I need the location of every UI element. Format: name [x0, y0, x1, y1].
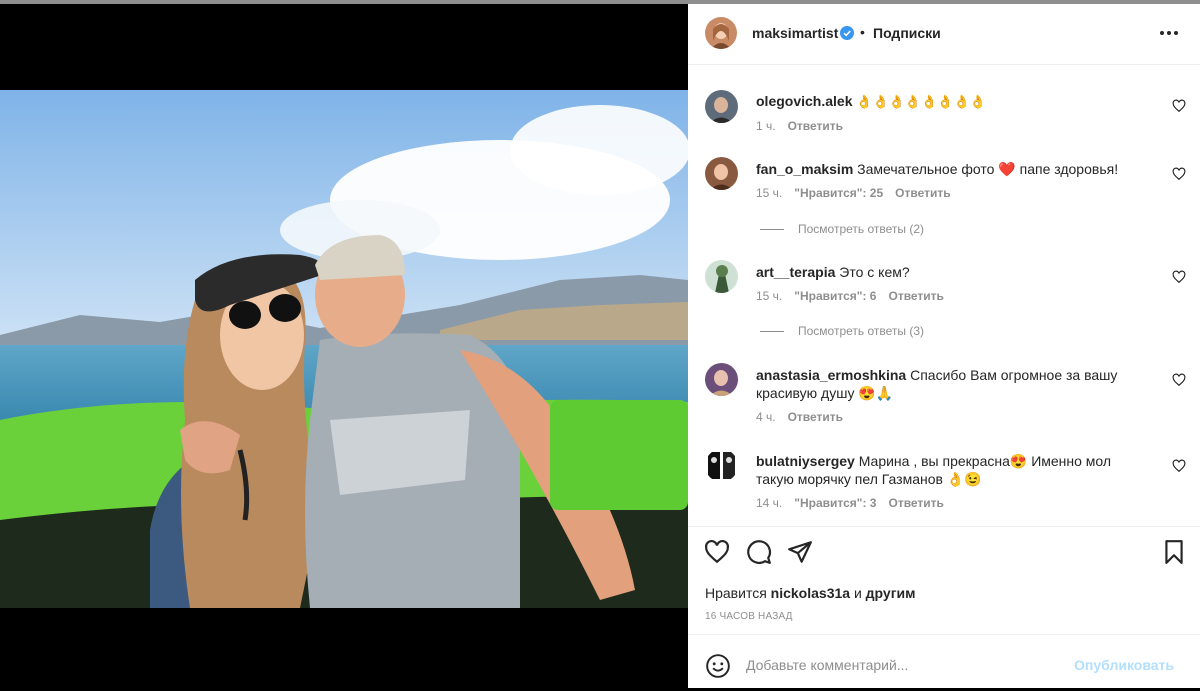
- heart-icon[interactable]: [704, 539, 730, 565]
- author-avatar[interactable]: [705, 17, 737, 49]
- view-replies-button[interactable]: Посмотреть ответы (3): [760, 324, 924, 338]
- comment-like-icon[interactable]: [1172, 459, 1186, 473]
- likes-others-link[interactable]: другим: [866, 585, 916, 601]
- comment-text: olegovich.alek 👌👌👌👌👌👌👌👌: [756, 93, 986, 109]
- likes-summary: Нравится nickolas31a и другим: [705, 585, 916, 601]
- reply-button[interactable]: Ответить: [788, 119, 843, 133]
- post-actions: Нравится nickolas31a и другим 16 часов н…: [688, 526, 1200, 689]
- post-timestamp[interactable]: 16 часов назад: [705, 611, 793, 622]
- commenter-avatar[interactable]: [705, 90, 738, 123]
- comment-input[interactable]: [746, 651, 1046, 679]
- share-icon[interactable]: [787, 539, 813, 565]
- reply-button[interactable]: Ответить: [888, 289, 943, 303]
- post-details-panel: maksimartist • Подписки olegovich.alek 👌…: [688, 4, 1200, 688]
- comment-meta: 15 ч. "Нравится": 25 Ответить: [756, 186, 951, 200]
- comment-likes-count[interactable]: "Нравится": 25: [794, 186, 883, 200]
- post-header: maksimartist • Подписки: [688, 4, 1200, 65]
- add-comment-bar: Опубликовать: [688, 634, 1200, 691]
- bookmark-icon[interactable]: [1161, 539, 1187, 565]
- comment-username[interactable]: fan_o_maksim: [756, 161, 853, 177]
- comment-username[interactable]: olegovich.alek: [756, 93, 852, 109]
- view-replies-button[interactable]: Посмотреть ответы (2): [760, 222, 924, 236]
- liker-username[interactable]: nickolas31a: [771, 585, 850, 601]
- comment-text: anastasia_ermoshkina Спасибо Вам огромно…: [756, 367, 1118, 401]
- following-button[interactable]: Подписки: [873, 25, 941, 41]
- emoji-icon[interactable]: [705, 653, 731, 679]
- comment-text: art__terapia Это с кем?: [756, 264, 910, 280]
- more-options-icon[interactable]: [1160, 24, 1182, 42]
- commenter-avatar[interactable]: [705, 449, 738, 482]
- post-media[interactable]: [0, 4, 688, 688]
- comment-likes-count[interactable]: "Нравится": 6: [794, 289, 876, 303]
- comment-like-icon[interactable]: [1172, 99, 1186, 113]
- reply-button[interactable]: Ответить: [888, 496, 943, 510]
- reply-button[interactable]: Ответить: [788, 410, 843, 424]
- reply-button[interactable]: Ответить: [895, 186, 950, 200]
- comment-username[interactable]: bulatniysergey: [756, 453, 855, 469]
- verified-badge-icon: [840, 26, 854, 40]
- comment-meta: 15 ч. "Нравится": 6 Ответить: [756, 289, 944, 303]
- commenter-avatar[interactable]: [705, 157, 738, 190]
- comment-like-icon[interactable]: [1172, 167, 1186, 181]
- comment-meta: 14 ч. "Нравится": 3 Ответить: [756, 496, 944, 510]
- comment-like-icon[interactable]: [1172, 270, 1186, 284]
- comment-like-icon[interactable]: [1172, 373, 1186, 387]
- comment-meta: 4 ч. Ответить: [756, 410, 844, 424]
- comment-likes-count[interactable]: "Нравится": 3: [794, 496, 876, 510]
- publish-button[interactable]: Опубликовать: [1074, 657, 1174, 673]
- author-username[interactable]: maksimartist: [752, 25, 838, 41]
- comment-text: fan_o_maksim Замечательное фото ❤️ папе …: [756, 161, 1119, 177]
- post-photo[interactable]: [0, 90, 688, 608]
- commenter-avatar[interactable]: [705, 363, 738, 396]
- commenter-avatar[interactable]: [705, 260, 738, 293]
- comment-username[interactable]: art__terapia: [756, 264, 835, 280]
- comments-list: olegovich.alek 👌👌👌👌👌👌👌👌 1 ч. Ответить fan…: [688, 65, 1200, 525]
- comment-meta: 1 ч. Ответить: [756, 119, 844, 133]
- comment-text: bulatniysergey Марина , вы прекрасна😍 Им…: [756, 453, 1112, 487]
- separator-dot: •: [860, 24, 865, 40]
- comment-username[interactable]: anastasia_ermoshkina: [756, 367, 906, 383]
- comment-icon[interactable]: [746, 539, 772, 565]
